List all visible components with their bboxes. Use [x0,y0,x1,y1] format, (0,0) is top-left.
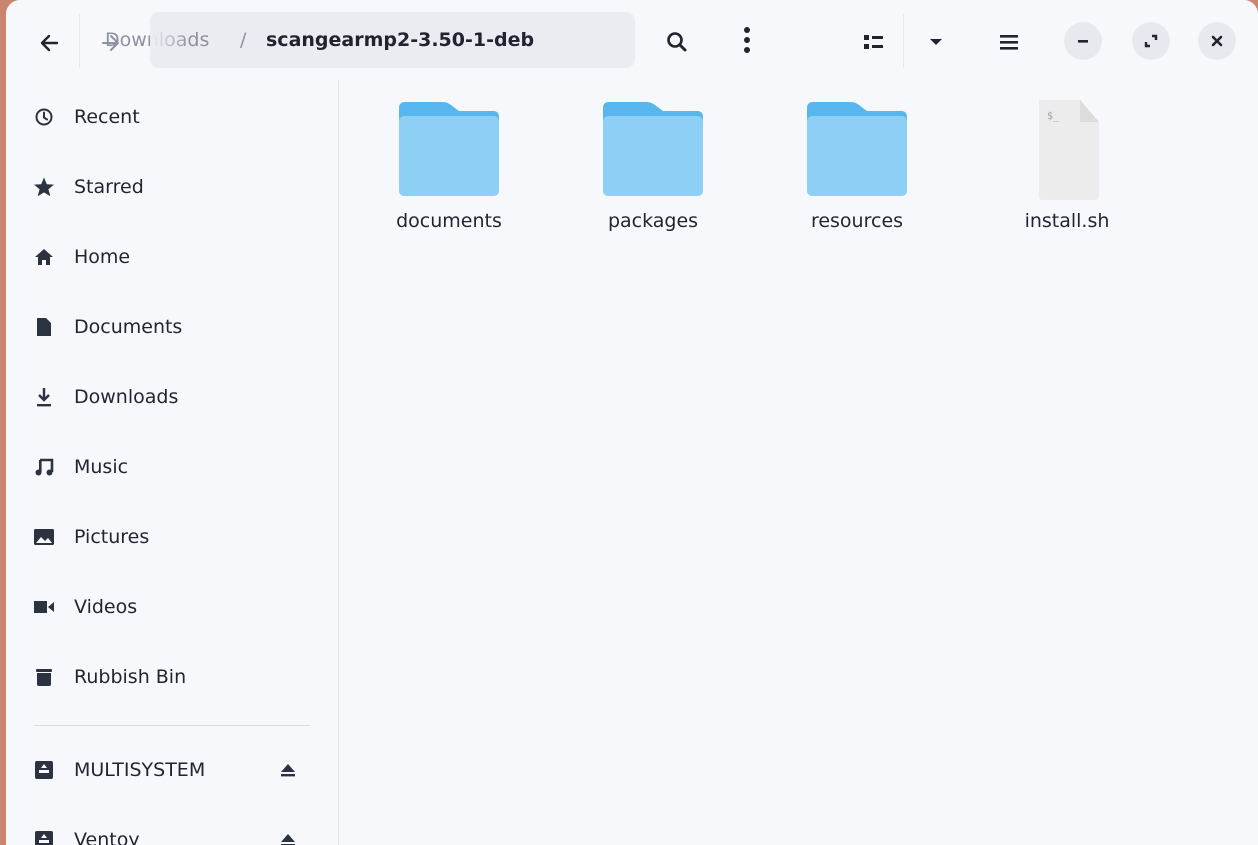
sidebar-item-label: MULTISYSTEM [74,759,206,781]
sidebar-item-label: Recent [74,106,140,128]
chevron-down-icon [930,39,942,45]
picture-icon [32,525,56,549]
sidebar: Recent Starred Home Documents Downloads [6,80,338,845]
sidebar-item-music[interactable]: Music [6,432,338,502]
vertical-dots-icon [744,27,750,53]
file-name: install.sh [1024,210,1110,232]
file-name: documents [396,210,502,232]
file-view: documents packages resources $_ install.… [339,80,1258,845]
path-fade [150,12,190,68]
script-file-item[interactable]: $_ install.sh [992,80,1142,240]
sidebar-item-label: Rubbish Bin [74,666,187,688]
folder-icon [399,102,499,196]
header-separator [79,14,80,68]
view-options-dropdown[interactable] [920,26,952,58]
breadcrumb-current[interactable]: scangearmp2-3.50-1-deb [266,12,534,68]
folder-item[interactable]: documents [374,80,524,240]
sidebar-item-videos[interactable]: Videos [6,572,338,642]
trash-icon [32,665,56,689]
document-icon [32,315,56,339]
back-button[interactable] [34,28,64,58]
sidebar-item-label: Home [74,246,131,268]
sidebar-item-multisystem[interactable]: MULTISYSTEM [6,735,338,805]
main-menu-button[interactable] [993,26,1025,58]
sidebar-item-label: Music [74,456,129,478]
path-menu-button[interactable] [735,12,759,68]
clock-icon [32,105,56,129]
script-file-icon: $_ [1039,100,1099,200]
drive-icon [32,758,56,782]
minimize-button[interactable] [1064,22,1102,60]
star-icon [32,175,56,199]
sidebar-divider [34,725,310,726]
path-bar[interactable]: Downloads / scangearmp2-3.50-1-deb [105,12,750,68]
sidebar-item-label: Starred [74,176,144,198]
video-icon [32,595,56,619]
file-name: resources [810,210,904,232]
maximize-icon [1144,34,1158,48]
header-separator-2 [903,14,904,68]
header-bar: Downloads / scangearmp2-3.50-1-deb [6,0,1258,80]
sidebar-item-home[interactable]: Home [6,222,338,292]
folder-item[interactable]: resources [782,80,932,240]
hamburger-menu-icon [1000,35,1018,50]
sidebar-item-rubbish-bin[interactable]: Rubbish Bin [6,642,338,712]
folder-icon [807,102,907,196]
sidebar-item-label: Downloads [74,386,179,408]
maximize-button[interactable] [1132,22,1170,60]
list-view-icon [864,35,883,49]
eject-icon[interactable] [276,758,300,782]
sidebar-item-ventoy[interactable]: Ventoy [6,805,338,845]
folder-item[interactable]: packages [578,80,728,240]
sidebar-item-label: Ventoy [74,829,140,845]
sidebar-item-pictures[interactable]: Pictures [6,502,338,572]
close-button[interactable] [1198,22,1236,60]
sidebar-item-starred[interactable]: Starred [6,152,338,222]
sidebar-item-label: Pictures [74,526,150,548]
svg-text:$_: $_ [1047,111,1060,122]
eject-icon[interactable] [276,828,300,845]
sidebar-item-label: Documents [74,316,183,338]
drive-icon [32,828,56,845]
arrow-left-icon [40,34,59,52]
folder-icon [603,102,703,196]
view-mode-button[interactable] [858,26,890,58]
sidebar-item-documents[interactable]: Documents [6,292,338,362]
minimize-icon [1078,40,1088,43]
sidebar-item-downloads[interactable]: Downloads [6,362,338,432]
close-icon [1211,35,1223,47]
music-icon [32,455,56,479]
search-button[interactable] [661,26,693,58]
file-manager-window: Downloads / scangearmp2-3.50-1-deb [6,0,1258,845]
breadcrumb-separator: / [240,29,247,51]
sidebar-item-label: Videos [74,596,138,618]
download-icon [32,385,56,409]
search-icon [667,32,687,52]
file-name: packages [607,210,699,232]
sidebar-item-recent[interactable]: Recent [6,82,338,152]
home-icon [32,245,56,269]
